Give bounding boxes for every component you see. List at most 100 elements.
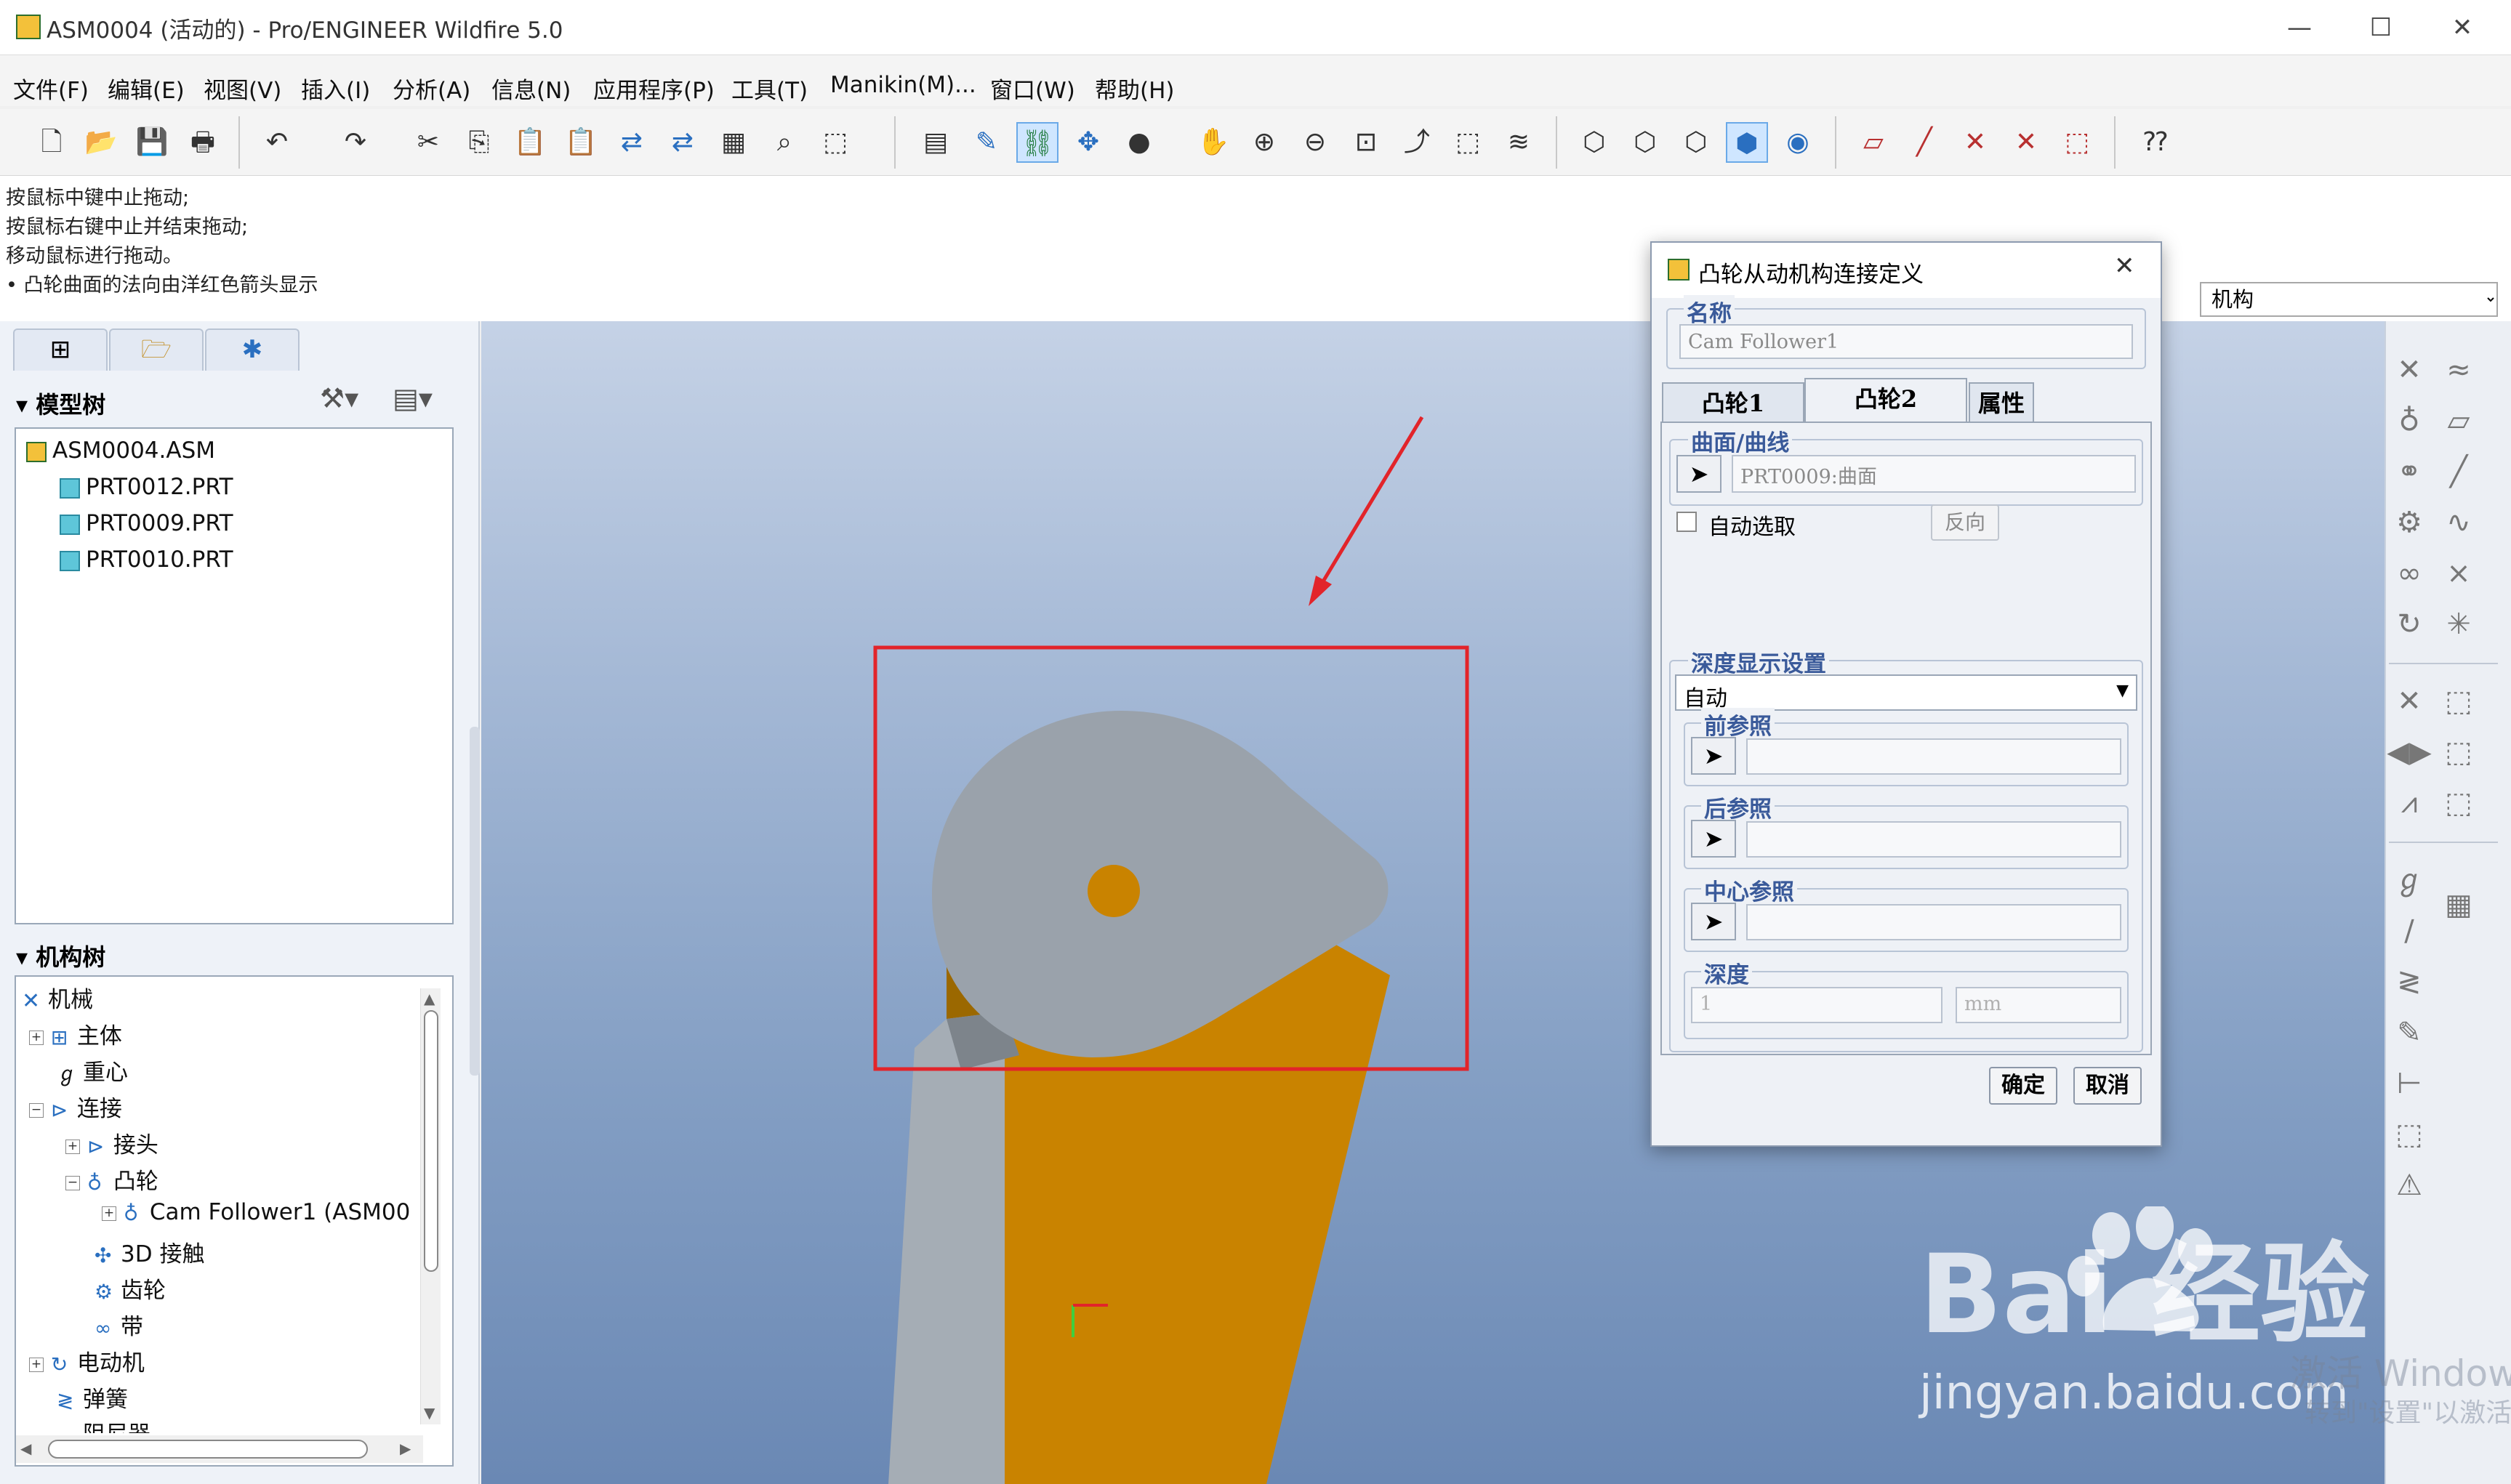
- mechanism-display-icon[interactable]: ✕: [2386, 347, 2432, 392]
- depth-value-field[interactable]: 1: [1691, 987, 1942, 1023]
- mech-item-connections[interactable]: − ⊳ 连接: [29, 1090, 122, 1123]
- mech-item-dampers[interactable]: ⊸ 阻尼器: [57, 1416, 150, 1433]
- motor-tool-icon[interactable]: ↻: [2386, 602, 2432, 647]
- damper-tool-icon[interactable]: ≷: [2386, 959, 2432, 1004]
- tab-cam1[interactable]: 凸轮1: [1662, 382, 1804, 423]
- graph-icon[interactable]: ⩘: [2386, 781, 2432, 826]
- cut-icon[interactable]: ✂: [407, 122, 449, 163]
- menu-info[interactable]: 信息(N): [491, 72, 571, 105]
- sketch-curve-icon[interactable]: ∿: [2435, 500, 2482, 545]
- front-ref-field[interactable]: [1746, 738, 2121, 775]
- menu-manikin[interactable]: Manikin(M)...: [830, 72, 976, 98]
- tree-settings-icon[interactable]: ⚒▾: [320, 382, 358, 414]
- surface-field[interactable]: PRT0009:曲面: [1732, 455, 2136, 493]
- paste-icon[interactable]: 📋: [509, 122, 551, 163]
- mech-item-3d-contact[interactable]: ✣ 3D 接触: [95, 1235, 204, 1268]
- select-box-icon[interactable]: ⬚: [814, 122, 856, 163]
- mass-props-icon[interactable]: ⚠: [2386, 1163, 2432, 1208]
- reorient-icon[interactable]: ⤴: [1396, 122, 1438, 163]
- gear-tool-icon[interactable]: ⚙: [2386, 500, 2432, 545]
- select-back-ref-button[interactable]: ➤: [1691, 820, 1736, 858]
- name-field[interactable]: [1679, 324, 2133, 359]
- trace-curve-icon[interactable]: ⬚: [2435, 679, 2482, 724]
- tab-cam2[interactable]: 凸轮2: [1804, 378, 1967, 424]
- csys-display-icon[interactable]: ✕: [2005, 122, 2047, 163]
- tree-item-part[interactable]: PRT0010.PRT: [60, 547, 233, 573]
- menu-tools[interactable]: 工具(T): [731, 72, 808, 105]
- spring-tool-icon[interactable]: ∕: [2386, 908, 2432, 953]
- model-tree-title[interactable]: ▾ 模型树: [16, 387, 105, 420]
- tree-item-part[interactable]: PRT0009.PRT: [60, 510, 233, 536]
- table-icon[interactable]: ▦: [2435, 882, 2482, 927]
- analysis-tool-icon[interactable]: ✕: [2386, 679, 2432, 724]
- menu-insert[interactable]: 插入(I): [301, 72, 370, 105]
- initial-condition-icon[interactable]: ⬚: [2386, 1112, 2432, 1157]
- force-tool-icon[interactable]: ✎: [2386, 1010, 2432, 1055]
- hidden-line-icon[interactable]: ⬡: [1624, 122, 1666, 163]
- sketch-icon[interactable]: ✎: [965, 122, 1008, 163]
- enhanced-realism-icon[interactable]: ◉: [1777, 122, 1819, 163]
- vertical-scrollbar[interactable]: ▲ ▼: [420, 988, 441, 1424]
- horizontal-scrollbar[interactable]: ◀ ▶: [16, 1435, 423, 1463]
- shaded-icon[interactable]: ⬢: [1726, 122, 1768, 163]
- mech-item-springs[interactable]: ≷ 弹簧: [57, 1381, 128, 1414]
- wireframe-icon[interactable]: ⬡: [1573, 122, 1615, 163]
- flip-button[interactable]: 反向: [1931, 504, 1999, 541]
- expand-icon[interactable]: +: [102, 1206, 116, 1221]
- menu-window[interactable]: 窗口(W): [990, 72, 1075, 105]
- belt-tool-icon[interactable]: ∞: [2386, 551, 2432, 596]
- context-help-icon[interactable]: ⁇: [2134, 122, 2177, 163]
- scroll-thumb[interactable]: [424, 1010, 438, 1272]
- measure-icon[interactable]: ⬚: [2435, 730, 2482, 775]
- refit-icon[interactable]: ⊡: [1345, 122, 1387, 163]
- dialog-close-button[interactable]: ✕: [2114, 251, 2135, 281]
- plane-tool-icon[interactable]: ▱: [2435, 398, 2482, 443]
- mech-item-motors[interactable]: + ↻ 电动机: [29, 1344, 145, 1377]
- save-icon[interactable]: 💾: [131, 122, 173, 163]
- center-ref-field[interactable]: [1746, 904, 2121, 940]
- layer-tree-icon[interactable]: ≋: [1498, 122, 1540, 163]
- select-surface-button[interactable]: ➤: [1676, 455, 1721, 493]
- collapse-icon[interactable]: −: [29, 1102, 44, 1118]
- envelope-icon[interactable]: ⬚: [2435, 781, 2482, 826]
- ok-button[interactable]: 确定: [1989, 1067, 2057, 1105]
- playback-icon[interactable]: ◀▶: [2386, 730, 2432, 775]
- csys-tool-icon[interactable]: ✳: [2435, 602, 2482, 647]
- mech-item-cg[interactable]: ℊ 重心: [57, 1054, 128, 1086]
- mech-item-cams[interactable]: − ♁ 凸轮: [65, 1163, 158, 1195]
- panel-sash[interactable]: [470, 727, 480, 1076]
- tree-item-assembly[interactable]: ASM0004.ASM: [26, 437, 215, 464]
- tree-columns-icon[interactable]: ▤▾: [393, 382, 433, 414]
- collapse-icon[interactable]: −: [65, 1175, 80, 1190]
- filter-dropdown[interactable]: 机构: [2200, 282, 2498, 317]
- zoom-out-icon[interactable]: ⊖: [1294, 122, 1336, 163]
- cam-tool-icon[interactable]: ♁: [2386, 398, 2432, 443]
- scroll-up-arrow[interactable]: ▲: [424, 990, 435, 1007]
- cancel-button[interactable]: 取消: [2073, 1067, 2142, 1105]
- datum-point-display-icon[interactable]: ✕: [1954, 122, 1996, 163]
- mech-item-bodies[interactable]: + ⊞ 主体: [29, 1017, 122, 1050]
- mechanism-tree-title[interactable]: ▾ 机构树: [16, 939, 105, 972]
- mech-item-belts[interactable]: ∞ 带: [95, 1308, 143, 1341]
- menu-file[interactable]: 文件(F): [13, 72, 89, 105]
- scroll-thumb[interactable]: [48, 1440, 368, 1459]
- regenerate-icon[interactable]: ⇄: [611, 122, 653, 163]
- tab-model-tree[interactable]: ⊞: [13, 328, 108, 371]
- new-file-icon[interactable]: 🗋: [31, 122, 73, 163]
- close-button[interactable]: ✕: [2437, 7, 2488, 48]
- saved-views-icon[interactable]: ⬚: [1447, 122, 1489, 163]
- scroll-right-arrow[interactable]: ▶: [400, 1440, 411, 1457]
- undo-icon[interactable]: ↶: [256, 122, 298, 163]
- mech-item-cam-follower[interactable]: + ♁ Cam Follower1 (ASM00: [102, 1199, 410, 1225]
- menu-view[interactable]: 视图(V): [204, 72, 281, 105]
- tab-favorites[interactable]: ✱: [205, 328, 300, 371]
- tree-item-part[interactable]: PRT0012.PRT: [60, 474, 233, 500]
- regen-manager-icon[interactable]: ⇄: [662, 122, 704, 163]
- expand-icon[interactable]: +: [65, 1139, 80, 1154]
- minimize-button[interactable]: —: [2274, 7, 2325, 48]
- depth-display-dropdown[interactable]: 自动 ▼: [1675, 674, 2137, 711]
- mech-item-gears[interactable]: ⚙ 齿轮: [95, 1272, 166, 1304]
- expand-icon[interactable]: +: [29, 1357, 44, 1372]
- back-ref-field[interactable]: [1746, 821, 2121, 858]
- tab-folder-browser[interactable]: 🗁: [109, 328, 204, 371]
